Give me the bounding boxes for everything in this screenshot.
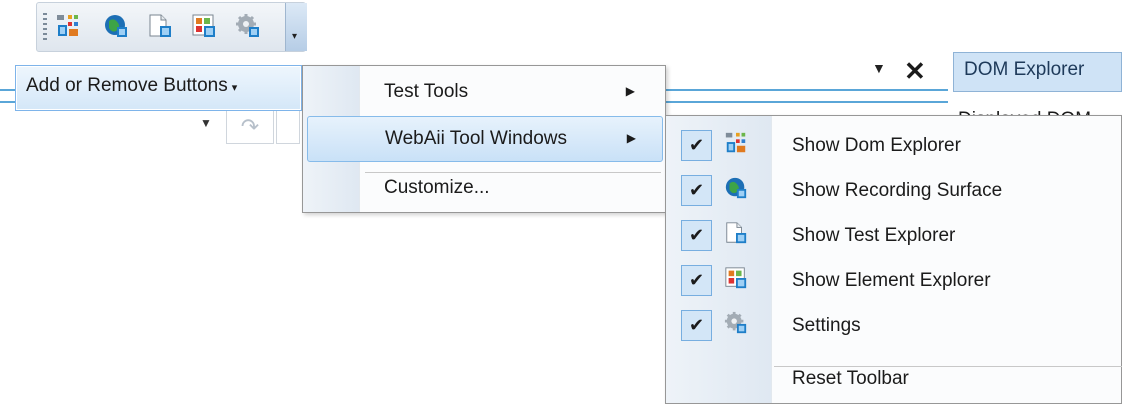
menu-item-label: Settings	[792, 315, 861, 336]
menu-item-reset-toolbar[interactable]: Reset Toolbar	[666, 356, 1122, 402]
redo-icon: ↷	[240, 114, 260, 139]
menu-item-settings[interactable]: ✔ Settings	[666, 303, 1122, 349]
menu-item-show-recording-surface[interactable]: ✔ Show Recording Surface	[666, 168, 1122, 214]
menu-item-customize[interactable]: Customize...	[307, 166, 661, 210]
menu-item-label: Show Recording Surface	[792, 180, 1003, 201]
close-icon[interactable]: ✕	[904, 56, 926, 87]
recording-surface-icon	[725, 177, 747, 199]
add-or-remove-buttons-item[interactable]: Add or Remove Buttons ▾	[15, 65, 302, 111]
add-remove-submenu: Test Tools ▶ WebAii Tool Windows ▶ Custo…	[302, 65, 666, 213]
custom-toolbar: ▾	[36, 2, 307, 52]
menu-item-label: Show Element Explorer	[792, 270, 991, 291]
menu-item-label: Show Dom Explorer	[792, 135, 961, 156]
menu-item-webaii-tool-windows[interactable]: WebAii Tool Windows ▶	[307, 116, 663, 162]
toolbar-grip[interactable]	[43, 13, 47, 41]
redo-button[interactable]: ↷	[226, 110, 274, 144]
menu-item-label: Test Tools	[384, 81, 469, 102]
menu-item-show-test-explorer[interactable]: ✔ Show Test Explorer	[666, 213, 1122, 259]
checkmark-icon: ✔	[681, 130, 712, 161]
combo-dropdown-icon[interactable]: ▼	[200, 116, 212, 130]
add-or-remove-label: Add or Remove Buttons	[26, 75, 228, 96]
checkmark-icon: ✔	[681, 220, 712, 251]
dom-explorer-icon	[725, 132, 746, 153]
chevron-down-icon: ▾	[231, 82, 238, 94]
settings-gear-icon[interactable]	[235, 13, 261, 39]
toolbar-button[interactable]	[276, 110, 300, 144]
recording-surface-icon[interactable]	[103, 13, 129, 39]
menu-item-show-element-explorer[interactable]: ✔ Show Element Explorer	[666, 258, 1122, 304]
test-explorer-icon	[726, 222, 747, 244]
menu-item-label: Reset Toolbar	[792, 368, 909, 389]
menu-item-show-dom-explorer[interactable]: ✔ Show Dom Explorer	[666, 123, 1122, 169]
window-position-icon[interactable]: ▼	[872, 60, 886, 76]
settings-gear-icon	[724, 311, 747, 334]
checkmark-icon: ✔	[681, 175, 712, 206]
dom-explorer-icon[interactable]	[55, 13, 81, 39]
toolbar-overflow-button[interactable]: ▾	[285, 3, 307, 51]
menu-item-label: Show Test Explorer	[792, 225, 956, 246]
submenu-arrow-icon: ▶	[625, 84, 635, 98]
element-explorer-icon[interactable]	[191, 13, 217, 39]
webaii-tool-windows-submenu: ✔ Show Dom Explorer ✔ Show Recording Sur…	[665, 115, 1122, 404]
menu-item-test-tools[interactable]: Test Tools ▶	[307, 70, 661, 114]
menu-item-label: Customize...	[384, 177, 490, 198]
element-explorer-icon	[725, 267, 747, 289]
checkmark-icon: ✔	[681, 265, 712, 296]
checkmark-icon: ✔	[681, 310, 712, 341]
submenu-arrow-icon: ▶	[626, 131, 636, 145]
test-explorer-icon[interactable]	[147, 13, 173, 39]
chevron-down-icon: ▾	[292, 31, 298, 42]
tab-dom-explorer[interactable]: DOM Explorer	[953, 52, 1122, 92]
menu-item-label: WebAii Tool Windows	[385, 128, 567, 149]
